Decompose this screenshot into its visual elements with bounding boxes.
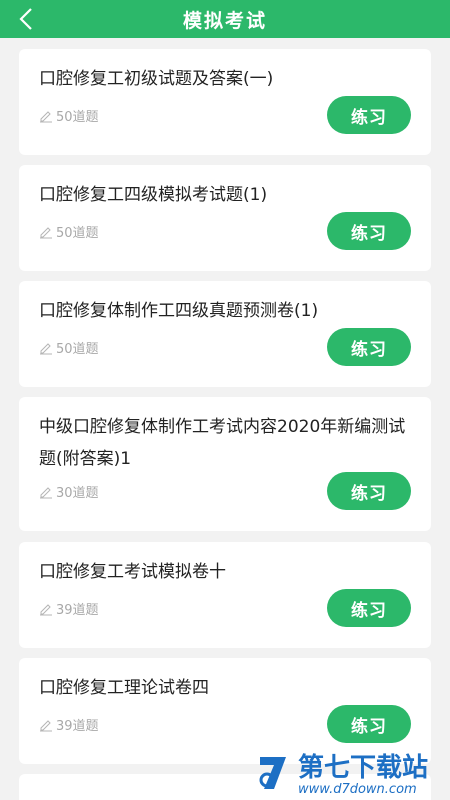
pencil-icon [39, 485, 53, 499]
question-count-label: 39道题 [56, 719, 99, 734]
practice-button[interactable]: 练习 [327, 589, 411, 627]
question-count: 30道题 [39, 482, 99, 501]
pencil-icon [39, 225, 53, 239]
pencil-icon [39, 602, 53, 616]
pencil-icon [39, 718, 53, 732]
exam-card[interactable]: 口腔修复工四级模拟考试题(1) 50道题 练习 [19, 165, 431, 271]
practice-button[interactable]: 练习 [327, 705, 411, 743]
site-watermark: 第七下载站 www.d7down.com [256, 750, 450, 800]
top-bar: 模拟考试 [0, 0, 450, 38]
pencil-icon [39, 341, 53, 355]
exam-title: 口腔修复工四级模拟考试题(1) [39, 185, 268, 205]
question-count: 50道题 [39, 222, 99, 241]
exam-title: 口腔修复工初级试题及答案(一) [39, 69, 274, 89]
practice-button[interactable]: 练习 [327, 96, 411, 134]
question-count: 50道题 [39, 338, 99, 357]
question-count-label: 50道题 [56, 342, 99, 357]
pencil-icon [39, 109, 53, 123]
practice-button[interactable]: 练习 [327, 212, 411, 250]
practice-button[interactable]: 练习 [327, 472, 411, 510]
exam-card[interactable]: 口腔修复工考试模拟卷十 39道题 练习 [19, 542, 431, 648]
watermark-name: 第七下载站 [298, 753, 429, 783]
question-count: 50道题 [39, 106, 99, 125]
exam-title: 口腔修复工理论试卷四 [39, 678, 209, 698]
question-count-label: 50道题 [56, 226, 99, 241]
exam-title: 口腔修复体制作工四级真题预测卷(1) [39, 301, 319, 321]
question-count: 39道题 [39, 715, 99, 734]
question-count-label: 39道题 [56, 603, 99, 618]
exam-title: 中级口腔修复体制作工考试内容2020年新编测试题(附答案)1 [39, 417, 406, 469]
back-arrow-icon[interactable] [14, 7, 38, 31]
exam-title: 口腔修复工考试模拟卷十 [39, 562, 226, 582]
question-count-label: 50道题 [56, 110, 99, 125]
exam-card[interactable]: 口腔修复工初级试题及答案(一) 50道题 练习 [19, 49, 431, 155]
question-count-label: 30道题 [56, 486, 99, 501]
watermark-logo-icon [256, 753, 290, 797]
practice-button[interactable]: 练习 [327, 328, 411, 366]
exam-card[interactable]: 口腔修复工理论试卷四 39道题 练习 [19, 658, 431, 764]
question-count: 39道题 [39, 599, 99, 618]
exam-card[interactable]: 口腔修复体制作工四级真题预测卷(1) 50道题 练习 [19, 281, 431, 387]
page-title: 模拟考试 [182, 9, 267, 32]
exam-card[interactable]: 中级口腔修复体制作工考试内容2020年新编测试题(附答案)1 30道题 练习 [19, 397, 431, 531]
watermark-url: www.d7down.com [298, 782, 417, 797]
